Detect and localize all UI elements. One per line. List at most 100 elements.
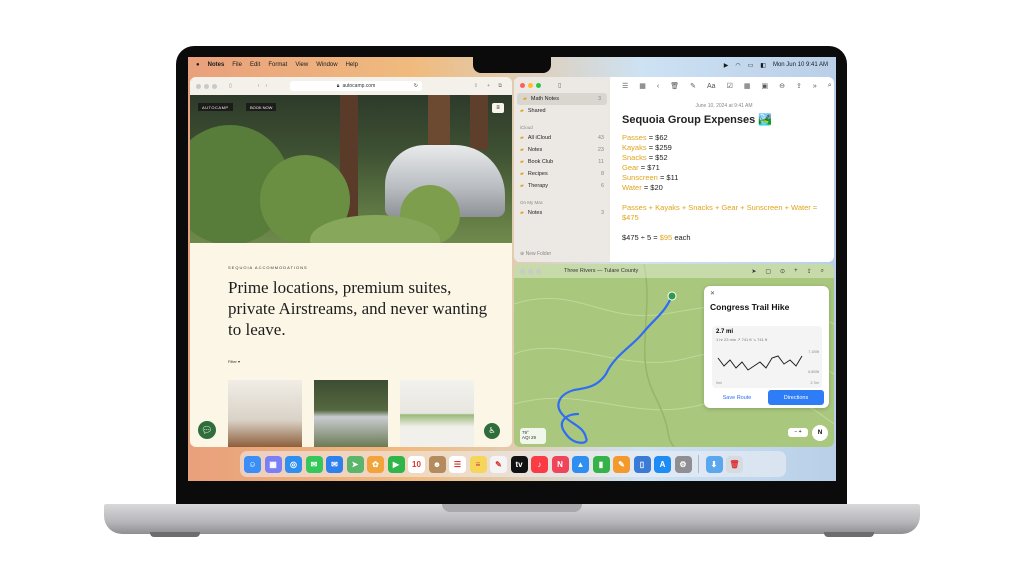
menu-format[interactable]: Format [268,62,287,68]
compose-icon[interactable]: ✎ [690,82,696,90]
search-icon[interactable]: ⌕ [828,82,832,90]
add-icon[interactable]: + [794,268,798,275]
suite-photo-2[interactable] [314,380,388,447]
table-icon[interactable]: ▦ [744,82,751,90]
address-bar[interactable]: 🔒︎ autocamp.com ↻ [290,81,422,91]
more-icon[interactable]: » [813,83,817,90]
tv-icon[interactable]: tv [510,455,528,473]
close-icon[interactable]: ✕ [710,290,715,297]
forward-icon[interactable]: › [265,83,267,89]
news-icon[interactable]: N [551,455,569,473]
suite-photo-3[interactable] [400,380,474,447]
facetime-icon[interactable]: ▶ [387,455,405,473]
zoom-window-button[interactable] [536,82,541,88]
accessibility-button[interactable]: ♿︎ [484,423,500,439]
sidebar-item-math-notes[interactable]: ▰ Math Notes 3 [517,93,607,105]
hamburger-menu-icon[interactable]: ≡ [492,103,504,113]
sidebar-toggle-icon[interactable]: ▯ [229,83,232,89]
pages-icon[interactable]: ✎ [613,455,630,473]
sidebar-item-all-icloud[interactable]: ▰ All iCloud 43 [514,132,610,144]
reload-icon[interactable]: ↻ [414,83,418,89]
sidebar-toggle-icon[interactable]: ▯ [558,82,561,89]
weather-widget[interactable]: 79° AQI 29 [520,428,546,444]
play-icon[interactable]: ▶ [724,62,729,69]
menu-file[interactable]: File [232,62,242,68]
maps-icon[interactable]: ➤ [346,455,364,473]
close-window-button[interactable] [196,83,201,89]
back-icon[interactable]: ‹ [657,83,659,90]
share-icon[interactable]: ⇪ [807,268,812,275]
battery-icon[interactable]: ▭ [748,62,754,69]
finder-icon[interactable]: ☺ [244,455,261,473]
trash-icon[interactable]: 🗑 [726,455,743,473]
new-tab-icon[interactable]: + [487,83,490,89]
numbers-icon[interactable]: ▮ [592,455,610,473]
apple-icon[interactable]: ● [196,62,200,68]
search-icon[interactable]: ⌕ [821,268,824,275]
launchpad-icon[interactable]: ▦ [264,455,282,473]
list-view-icon[interactable]: ☰ [622,82,628,90]
menu-edit[interactable]: Edit [250,62,260,68]
sidebar-item-recipes[interactable]: ▰ Recipes 8 [514,168,610,180]
settings-icon[interactable]: ⚙ [674,455,692,473]
note-content[interactable]: June 10, 2024 at 9:41 AM Sequoia Group E… [622,101,826,243]
messages-icon[interactable]: ✉ [305,455,323,473]
close-window-button[interactable] [520,82,525,88]
safari-icon[interactable]: ◎ [285,455,302,473]
tab-overview-icon[interactable]: ⧉ [498,83,502,89]
suite-photo-1[interactable] [228,380,302,447]
sidebar-item-therapy[interactable]: ▰ Therapy 6 [514,180,610,192]
minimize-window-button[interactable] [204,83,209,89]
compass[interactable]: N [812,425,828,441]
iphone-mirroring-icon[interactable]: ▯ [633,455,651,473]
keynote-icon[interactable]: ▲ [572,455,589,473]
menu-view[interactable]: View [295,62,308,68]
sidebar-item-shared[interactable]: ▰ Shared [514,105,610,117]
photos-icon[interactable]: ✿ [367,455,384,473]
app-store-icon[interactable]: A [654,455,671,473]
format-icon[interactable]: Aa [707,83,716,90]
share-icon[interactable]: ⇪ [474,83,478,89]
chat-button[interactable]: 💬︎ [198,421,216,439]
notes-icon[interactable]: ≡ [469,455,487,473]
music-icon[interactable]: ♪ [531,455,548,473]
contacts-icon[interactable]: ☻ [428,455,446,473]
minimize-window-button[interactable] [528,82,533,88]
share-icon[interactable]: ⇪ [796,82,802,90]
gallery-view-icon[interactable]: ▦ [639,82,646,90]
minimize-window-button[interactable] [528,268,533,274]
directions-button[interactable]: Directions [768,390,824,405]
filter-link[interactable]: Filter ▾ [228,359,240,364]
autocamp-logo[interactable]: AUTOCAMP [198,103,233,111]
map-mode-icon[interactable]: ▢ [765,268,771,275]
menu-window[interactable]: Window [316,62,337,68]
downloads-icon[interactable]: ⬇ [705,455,723,473]
save-route-button[interactable]: Save Route [710,390,764,405]
zoom-control[interactable]: − + [788,428,808,437]
control-center-icon[interactable]: ◧ [760,62,766,69]
book-now-button[interactable]: BOOK NOW [246,103,277,111]
menu-app-name[interactable]: Notes [208,62,225,68]
trail-route[interactable] [557,294,674,444]
sidebar-item-mac-notes[interactable]: ▰ Notes 3 [514,207,610,219]
location-arrow-icon[interactable]: ➤ [751,268,756,275]
trailhead-pin[interactable] [667,291,677,301]
transit-icon[interactable]: ⊙ [780,268,785,275]
menu-help[interactable]: Help [346,62,358,68]
calendar-icon[interactable]: 10 [408,455,425,473]
checklist-icon[interactable]: ☑ [727,82,733,90]
wifi-icon[interactable]: ◠ [735,62,740,69]
new-folder-button[interactable]: ⊕ New Folder [514,248,557,260]
sidebar-item-notes[interactable]: ▰ Notes 23 [514,144,610,156]
freeform-icon[interactable]: ✎ [490,455,507,473]
lock-icon[interactable]: ⊖ [779,82,785,90]
clock[interactable]: Mon Jun 10 9:41 AM [773,62,828,68]
sidebar-item-book-club[interactable]: ▰ Book Club 11 [514,156,610,168]
delete-icon[interactable]: 🗑︎ [670,82,679,90]
zoom-window-button[interactable] [536,268,541,274]
media-icon[interactable]: ▣ [761,82,768,90]
reminders-icon[interactable]: ☰ [449,455,466,473]
back-icon[interactable]: ‹ [258,83,260,89]
mail-icon[interactable]: ✉ [326,455,343,473]
close-window-button[interactable] [520,268,525,274]
